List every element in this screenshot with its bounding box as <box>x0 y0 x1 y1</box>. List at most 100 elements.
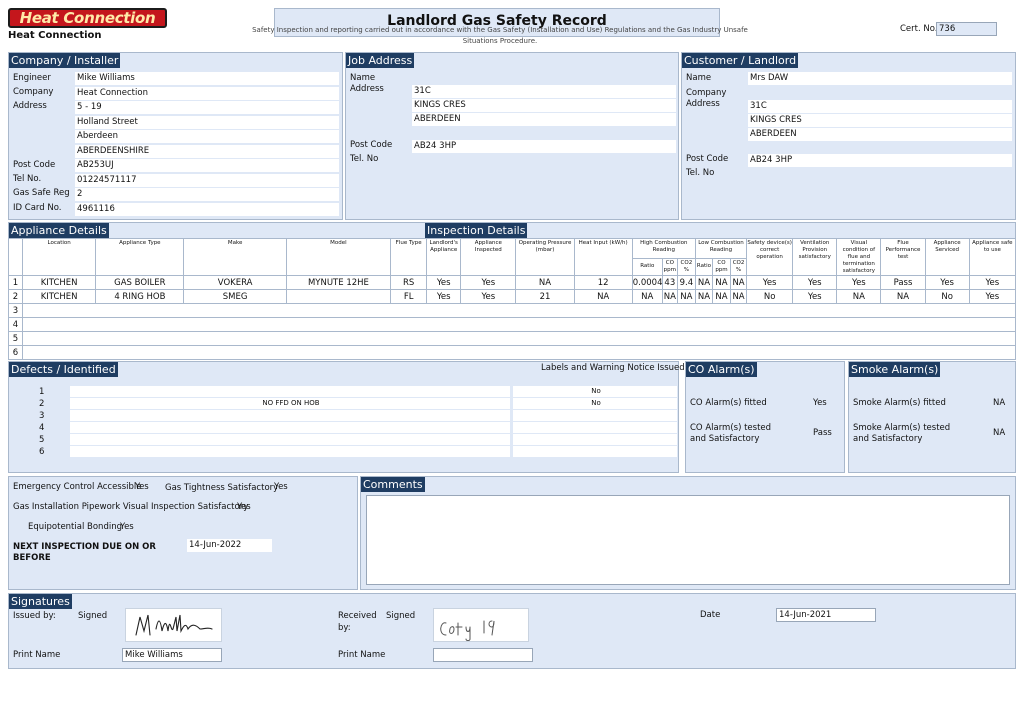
cell-safe[interactable]: Yes <box>968 289 1017 304</box>
cert-number-field[interactable]: 736 <box>936 22 997 36</box>
cell-location[interactable]: KITCHEN <box>22 275 97 290</box>
defect-notice[interactable] <box>513 410 677 421</box>
co-fitted-label: CO Alarm(s) fitted <box>690 398 767 408</box>
cell-visual-flue[interactable]: NA <box>836 289 882 304</box>
cell-lo-co2[interactable]: NA <box>730 275 748 290</box>
customer-address-line-3[interactable]: ABERDEEN <box>748 128 1012 141</box>
address-line-2[interactable]: Holland Street <box>75 116 339 129</box>
cell-safe[interactable]: Yes <box>968 275 1017 290</box>
cell-type[interactable]: GAS BOILER <box>95 275 185 290</box>
cell-hi-co2[interactable]: 9.4 <box>676 275 696 290</box>
cell-hi-co2[interactable]: NA <box>676 289 696 304</box>
defect-text[interactable] <box>70 410 510 421</box>
cell-lo-ratio[interactable]: NA <box>694 275 713 290</box>
cell-inspected[interactable]: Yes <box>460 289 517 304</box>
issuer-signature[interactable] <box>125 608 222 642</box>
customer-postcode-field[interactable]: AB24 3HP <box>748 154 1012 167</box>
cell-flue-performance[interactable]: Pass <box>880 275 926 290</box>
cell-flue-type[interactable]: RS <box>390 275 428 290</box>
customer-address-line-1[interactable]: 31C <box>748 100 1012 113</box>
smoke-tested-value[interactable]: NA <box>993 428 1005 438</box>
defect-text[interactable] <box>70 386 510 397</box>
gassafe-field[interactable]: 2 <box>75 188 339 201</box>
defect-text[interactable] <box>70 422 510 433</box>
postcode-label: Post Code <box>13 160 56 170</box>
cell-make[interactable]: SMEG <box>183 289 287 304</box>
received-print-name-field[interactable] <box>433 648 533 662</box>
cell-model[interactable] <box>285 289 392 304</box>
job-address-line-3[interactable]: ABERDEEN <box>412 113 676 126</box>
cell-ventilation[interactable]: Yes <box>792 275 838 290</box>
cell-landlords[interactable]: Yes <box>426 275 462 290</box>
bonding-value[interactable]: Yes <box>120 522 134 532</box>
cell-lo-ratio[interactable]: NA <box>694 289 713 304</box>
issuer-signature-graphic <box>135 614 213 636</box>
cell-pressure[interactable]: NA <box>515 275 575 290</box>
cell-lo-co[interactable]: NA <box>711 289 732 304</box>
cell-hi-ratio[interactable]: 0.0004 <box>631 275 663 290</box>
customer-name-field[interactable]: Mrs DAW <box>748 72 1012 85</box>
cell-safety-device[interactable]: No <box>746 289 794 304</box>
receiver-signature[interactable] <box>433 608 529 642</box>
col-visual-flue: Visual condition of flue and termination… <box>836 238 882 276</box>
cell-hi-ratio[interactable]: NA <box>631 289 663 304</box>
cell-flue-performance[interactable]: NA <box>880 289 926 304</box>
appliance-table: Location Appliance Type Make Model Flue … <box>7 237 1017 360</box>
cell-hi-co[interactable]: 43 <box>661 275 678 290</box>
job-address-line-1[interactable]: 31C <box>412 85 676 98</box>
job-postcode-field[interactable]: AB24 3HP <box>412 140 676 153</box>
defect-notice[interactable] <box>513 446 677 457</box>
idcard-field[interactable]: 4961116 <box>75 203 339 216</box>
empty-row-cell[interactable] <box>22 331 1016 346</box>
defect-notice[interactable]: No <box>513 398 677 409</box>
smoke-fitted-value[interactable]: NA <box>993 398 1005 408</box>
defect-num: 4 <box>39 423 45 433</box>
customer-address-line-2[interactable]: KINGS CRES <box>748 114 1012 127</box>
defect-notice[interactable]: No <box>513 386 677 397</box>
defect-notice[interactable] <box>513 422 677 433</box>
empty-row-cell[interactable] <box>22 303 1016 318</box>
empty-row-cell[interactable] <box>22 317 1016 332</box>
date-field[interactable]: 14-Jun-2021 <box>776 608 876 622</box>
pipework-value[interactable]: Yes <box>237 502 251 512</box>
address-line-3[interactable]: Aberdeen <box>75 130 339 143</box>
job-address-line-2[interactable]: KINGS CRES <box>412 99 676 112</box>
cell-flue-type[interactable]: FL <box>390 289 428 304</box>
cell-landlords[interactable]: Yes <box>426 289 462 304</box>
cell-lo-co[interactable]: NA <box>711 275 732 290</box>
address-line-4[interactable]: ABERDEENSHIRE <box>75 145 339 158</box>
cell-serviced[interactable]: No <box>924 289 970 304</box>
defect-text[interactable]: NO FFD ON HOB <box>70 398 510 409</box>
empty-row-cell[interactable] <box>22 345 1016 360</box>
cell-ventilation[interactable]: Yes <box>792 289 838 304</box>
company-field[interactable]: Heat Connection <box>75 87 339 100</box>
cell-lo-co2[interactable]: NA <box>730 289 748 304</box>
cell-visual-flue[interactable]: Yes <box>836 275 882 290</box>
cell-model[interactable]: MYNUTE 12HE <box>285 275 392 290</box>
cell-make[interactable]: VOKERA <box>183 275 287 290</box>
cell-type[interactable]: 4 RING HOB <box>95 289 185 304</box>
print-name-field[interactable]: Mike Williams <box>122 648 222 662</box>
engineer-field[interactable]: Mike Williams <box>75 72 339 85</box>
defect-notice[interactable] <box>513 434 677 445</box>
co-fitted-value[interactable]: Yes <box>813 398 827 408</box>
cell-heat-input[interactable]: NA <box>573 289 633 304</box>
cell-pressure[interactable]: 21 <box>515 289 575 304</box>
cell-hi-co[interactable]: NA <box>661 289 678 304</box>
address-line-1[interactable]: 5 - 19 <box>75 101 339 114</box>
co-tested-value[interactable]: Pass <box>813 428 832 438</box>
comments-field[interactable] <box>366 495 1010 585</box>
tel-field[interactable]: 01224571117 <box>75 174 339 187</box>
tightness-value[interactable]: Yes <box>272 481 294 494</box>
defect-text[interactable] <box>70 446 510 457</box>
cell-safety-device[interactable]: Yes <box>746 275 794 290</box>
defect-text[interactable] <box>70 434 510 445</box>
defect-num: 5 <box>39 435 45 445</box>
cell-heat-input[interactable]: 12 <box>573 275 633 290</box>
ecv-value[interactable]: Yes <box>135 482 149 492</box>
cell-location[interactable]: KITCHEN <box>22 289 97 304</box>
cell-inspected[interactable]: Yes <box>460 275 517 290</box>
next-inspection-date[interactable]: 14-Jun-2022 <box>187 539 272 552</box>
postcode-field[interactable]: AB253UJ <box>75 159 339 172</box>
cell-serviced[interactable]: Yes <box>924 275 970 290</box>
